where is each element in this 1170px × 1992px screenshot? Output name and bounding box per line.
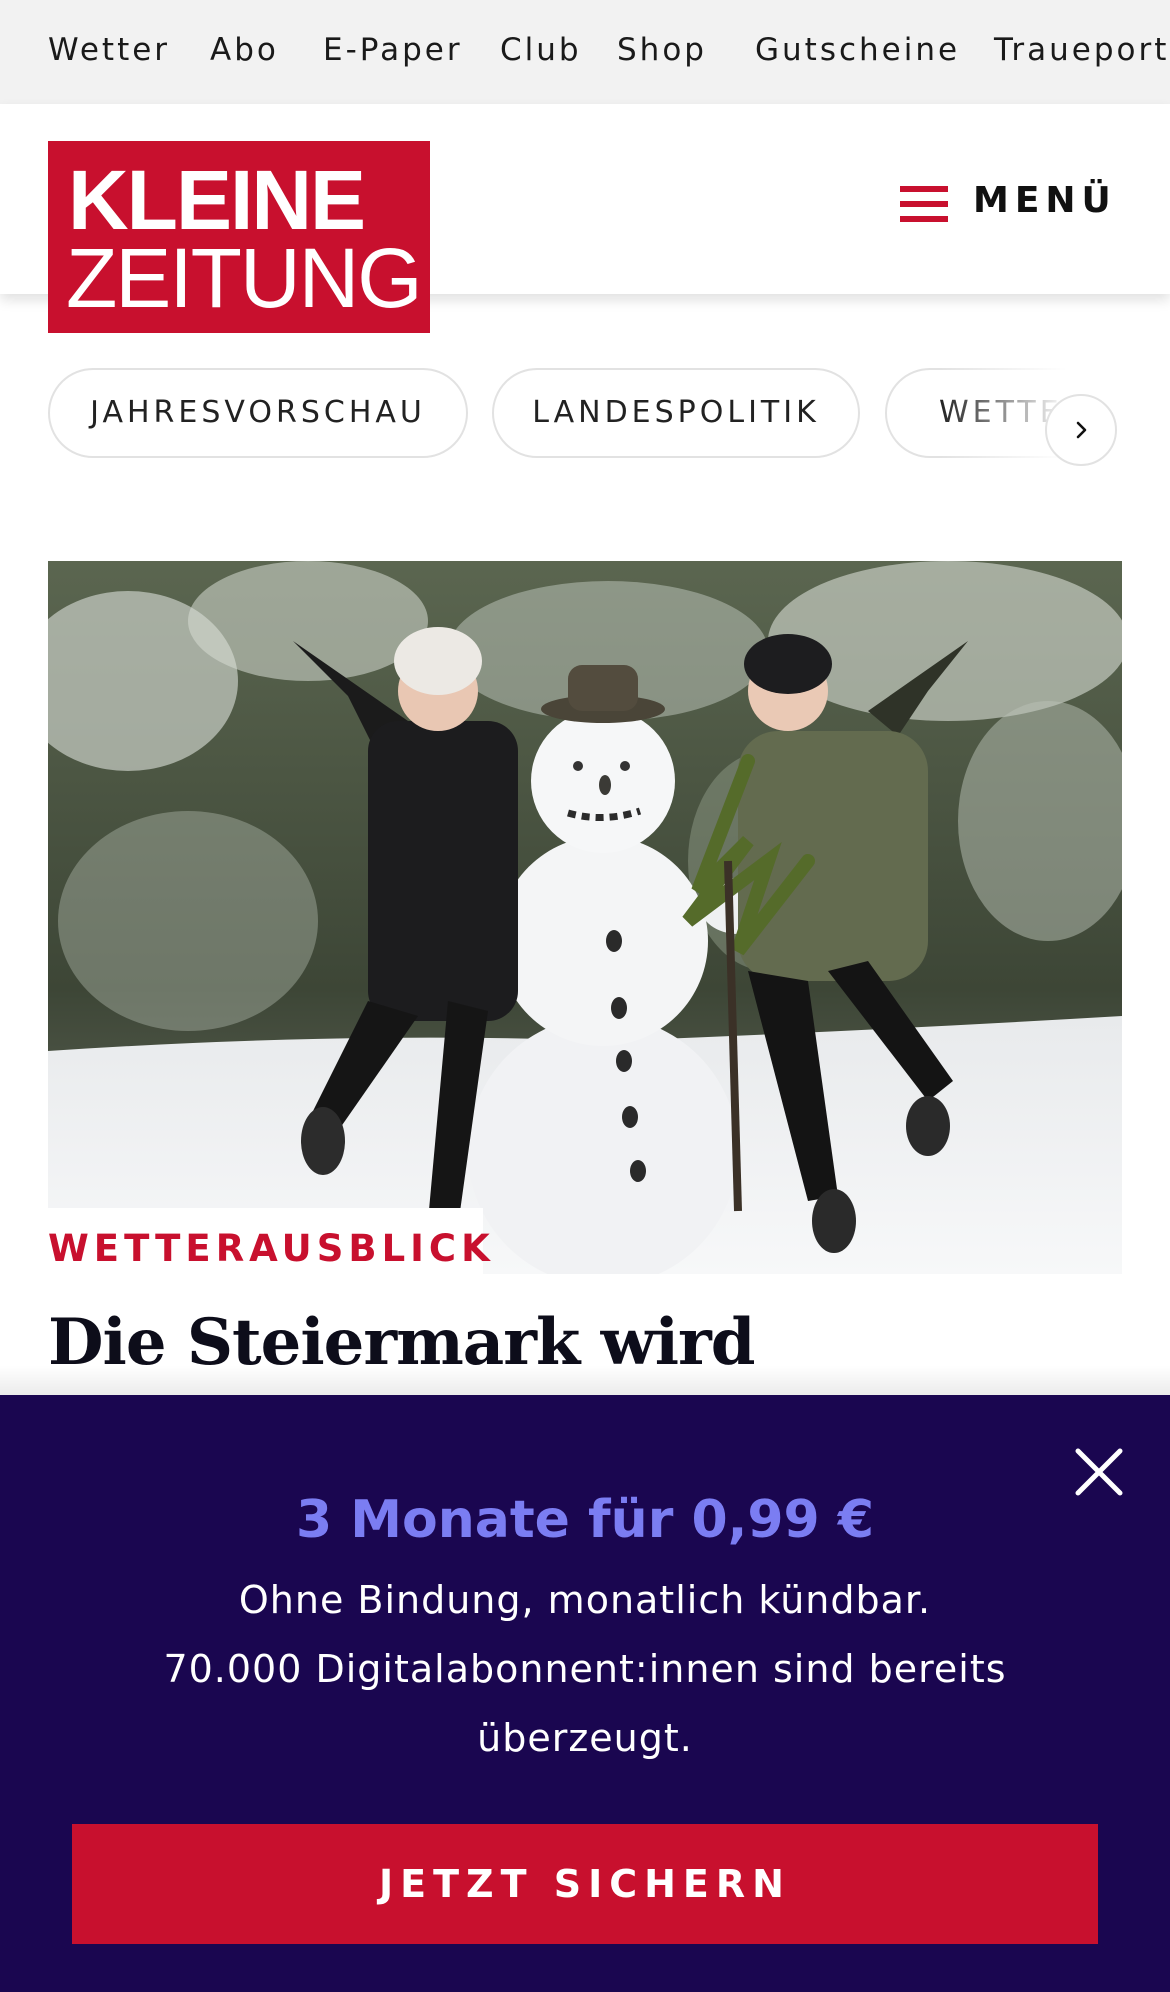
hamburger-icon (900, 186, 948, 222)
topnav-item-shop[interactable]: Shop (617, 32, 707, 68)
article-hero-image[interactable] (48, 561, 1122, 1274)
pill-jahresvorschau[interactable]: JAHRESVORSCHAU (48, 368, 468, 458)
topnav-item-gutscheine[interactable]: Gutscheine (755, 32, 960, 68)
menu-label: MENÜ (973, 180, 1117, 221)
promo-line-3: überzeugt. (477, 1716, 693, 1760)
pills-next-button[interactable] (1045, 394, 1117, 466)
promo-shadow (0, 1365, 1170, 1395)
promo-title: 3 Monate für 0,99 € (295, 1490, 875, 1550)
kleine-zeitung-logo[interactable]: KLEINE ZEITUNG (48, 141, 430, 333)
top-utility-nav: Wetter Abo E-Paper Club Shop Gutscheine … (0, 0, 1170, 104)
logo-line2: ZEITUNG (66, 231, 423, 325)
topnav-item-epaper[interactable]: E-Paper (323, 32, 463, 68)
subscription-promo: 3 Monate für 0,99 € Ohne Bindung, monatl… (0, 1395, 1170, 1992)
chevron-right-icon (1076, 421, 1087, 439)
article-kicker: WETTERAUSBLICK (48, 1227, 495, 1270)
topnav-item-traueportal[interactable]: Traueportal (994, 32, 1170, 68)
topnav-item-club[interactable]: Club (500, 32, 582, 68)
category-pills: JAHRESVORSCHAU LANDESPOLITIK WETTER (0, 368, 1170, 460)
snowman-photo (48, 561, 1122, 1274)
topnav-item-wetter[interactable]: Wetter (48, 32, 170, 68)
pill-landespolitik[interactable]: LANDESPOLITIK (492, 368, 860, 458)
topnav-item-abo[interactable]: Abo (210, 32, 279, 68)
jetzt-sichern-button[interactable]: JETZT SICHERN (72, 1824, 1098, 1944)
menu-button[interactable]: MENÜ (900, 172, 1120, 228)
site-header: KLEINE ZEITUNG MENÜ (0, 104, 1170, 333)
promo-line-2: 70.000 Digitalabonnent:innen sind bereit… (163, 1647, 1007, 1691)
promo-line-1: Ohne Bindung, monatlich kündbar. (238, 1578, 932, 1622)
